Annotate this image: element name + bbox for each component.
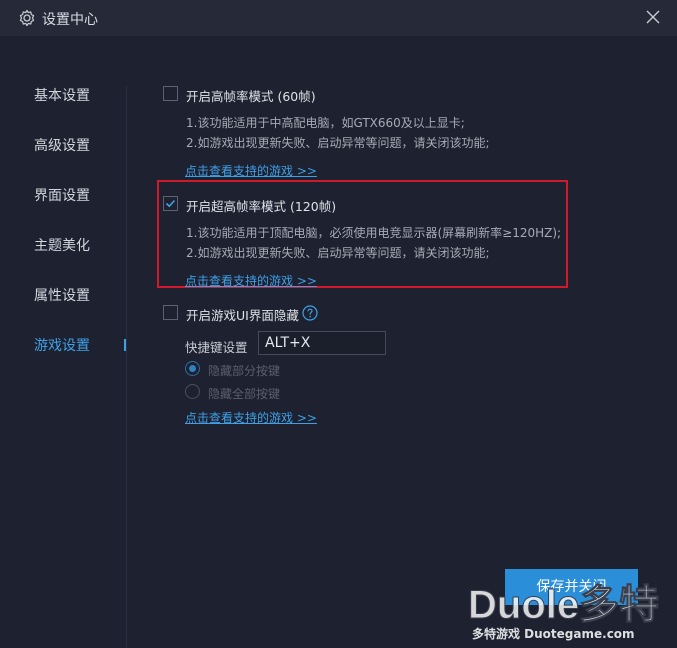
hide-ui-checkbox[interactable] <box>163 305 178 320</box>
close-icon[interactable] <box>645 9 661 25</box>
ultra-fps-games-link[interactable]: 点击查看支持的游戏 >> <box>185 272 317 289</box>
high-fps-checkbox[interactable] <box>163 86 178 101</box>
radio-hide-all[interactable] <box>185 384 200 399</box>
sidebar-item-basic[interactable]: 基本设置 <box>34 85 126 107</box>
help-icon[interactable] <box>302 305 318 321</box>
ultra-fps-checkbox[interactable] <box>163 196 178 211</box>
radio-hide-all-label: 隐藏全部按键 <box>208 387 281 401</box>
sidebar-divider <box>126 86 127 648</box>
sidebar-item-advanced[interactable]: 高级设置 <box>34 135 126 157</box>
hide-ui-games-link[interactable]: 点击查看支持的游戏 >> <box>185 409 317 426</box>
ultra-fps-desc-2: 2.如游戏出现更新失败、启动异常等问题，请关闭该功能; <box>186 246 490 260</box>
active-indicator <box>124 339 126 351</box>
high-fps-label: 开启高帧率模式 (60帧) <box>186 89 316 104</box>
high-fps-desc-1: 1.该功能适用于中高配电脑，如GTX660及以上显卡; <box>186 116 465 130</box>
high-fps-desc-2: 2.如游戏出现更新失败、启动异常等问题，请关闭该功能; <box>186 136 490 150</box>
hotkey-input[interactable]: ALT+X <box>258 331 386 355</box>
window-title: 设置中心 <box>42 12 98 28</box>
sidebar-item-theme[interactable]: 主题美化 <box>34 235 126 257</box>
sidebar-item-game[interactable]: 游戏设置 <box>34 335 126 357</box>
hotkey-label: 快捷键设置 <box>185 340 248 355</box>
sidebar-item-properties[interactable]: 属性设置 <box>34 285 126 307</box>
sidebar-item-interface[interactable]: 界面设置 <box>34 185 126 207</box>
check-icon <box>165 199 176 208</box>
radio-hide-partial-label: 隐藏部分按键 <box>208 364 281 378</box>
save-close-button[interactable]: 保存并关闭 <box>505 569 638 605</box>
svg-text:多特游戏 Duotegame.com: 多特游戏 Duotegame.com <box>472 626 635 641</box>
ultra-fps-desc-1: 1.该功能适用于顶配电脑，必须使用电竞显示器(屏幕刷新率≥120HZ); <box>186 226 562 240</box>
ultra-fps-label: 开启超高帧率模式 (120帧) <box>186 199 337 214</box>
hide-ui-label: 开启游戏UI界面隐藏 <box>186 308 299 323</box>
high-fps-games-link[interactable]: 点击查看支持的游戏 >> <box>185 162 317 179</box>
radio-hide-partial[interactable] <box>185 361 200 376</box>
gear-icon <box>19 9 35 27</box>
title-bar: 设置中心 <box>0 0 677 36</box>
